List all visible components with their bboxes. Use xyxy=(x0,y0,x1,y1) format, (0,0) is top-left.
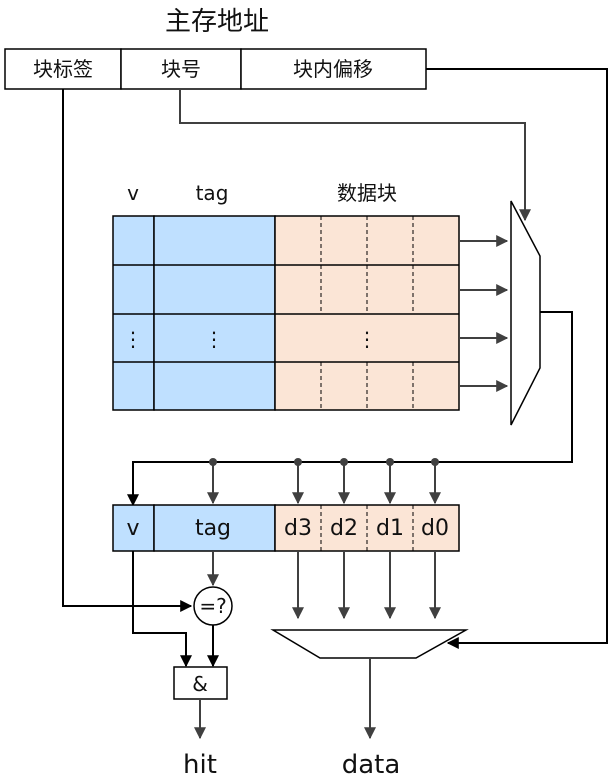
header-valid: v xyxy=(127,181,139,205)
address-field-tag: 块标签 xyxy=(33,57,93,81)
valid-to-and-wire xyxy=(132,551,192,668)
output-hit: hit xyxy=(183,750,217,780)
word-arrows xyxy=(292,551,441,620)
cache-table: ⋮ ⋮ ⋮ xyxy=(112,215,460,411)
address-title: 主存地址 xyxy=(165,7,269,37)
ellipsis-data: ⋮ xyxy=(357,327,377,351)
address-field-offset: 块内偏移 xyxy=(293,57,373,81)
header-data-block: 数据块 xyxy=(337,181,397,205)
output-data: data xyxy=(342,750,401,780)
word-multiplexer xyxy=(270,629,469,659)
bus-taps xyxy=(207,458,441,505)
row-multiplexer xyxy=(510,200,541,426)
ellipsis-tag: ⋮ xyxy=(204,327,224,351)
selected-word-d2: d2 xyxy=(330,516,358,541)
selected-word-d3: d3 xyxy=(284,516,312,541)
selected-line: v tag d3 d2 d1 d0 xyxy=(112,504,460,552)
selected-word-d1: d1 xyxy=(376,516,404,541)
address-field-index: 块号 xyxy=(161,57,201,81)
valid-column xyxy=(112,215,155,411)
selected-tag: tag xyxy=(195,516,231,541)
selected-word-d0: d0 xyxy=(421,516,449,541)
header-tag: tag xyxy=(196,181,229,205)
and-gate-label: & xyxy=(192,672,208,696)
comparator-label: =? xyxy=(199,594,226,618)
selected-valid: v xyxy=(126,516,139,541)
row-arrows xyxy=(459,235,509,392)
ellipsis-valid: ⋮ xyxy=(123,327,143,351)
tag-column xyxy=(153,215,276,411)
address-fields: 块标签 块号 块内偏移 xyxy=(4,48,427,90)
cache-diagram: 主存地址 块标签 块号 块内偏移 v tag 数据块 ⋮ ⋮ ⋮ v tag d… xyxy=(4,7,608,780)
